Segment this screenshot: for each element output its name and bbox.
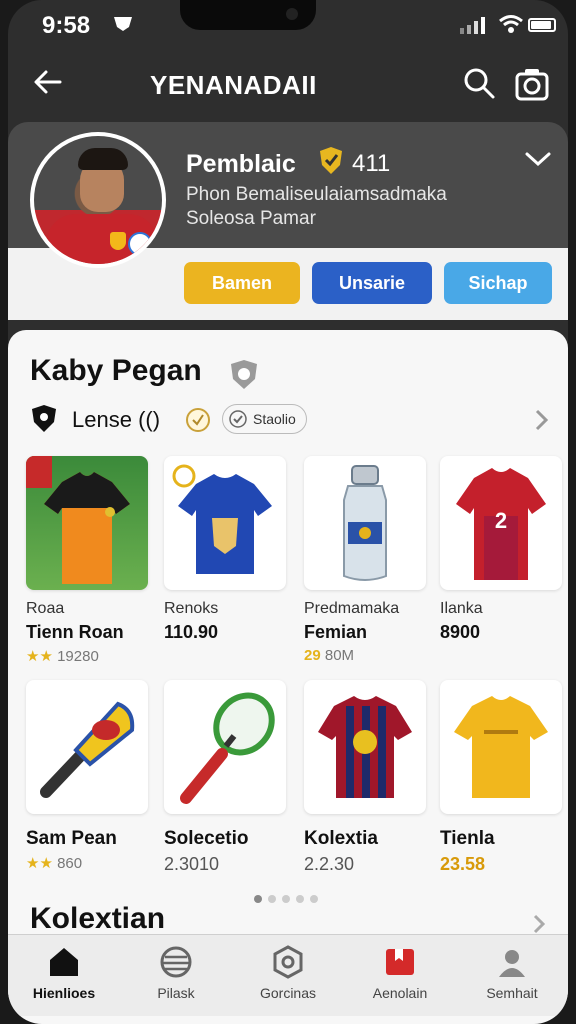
staolio-filter-pill[interactable]: Staolio — [222, 404, 307, 434]
product-brand: Ilanka — [440, 600, 483, 617]
league-filter-row: Lense (() Staolio — [30, 404, 550, 438]
follower-count: 411 — [352, 150, 391, 177]
check-circle-icon[interactable] — [184, 406, 212, 434]
product-meta: 860 — [57, 855, 83, 872]
nav-home[interactable]: Hienlioes — [8, 945, 120, 1001]
product-meta: 19280 — [57, 648, 99, 665]
product-price: 2.3010 — [164, 854, 220, 874]
product-rating: 29 — [304, 647, 321, 664]
nav-label: Aenolain — [372, 985, 428, 1001]
product-card[interactable]: 2 Ilanka 8900 — [440, 456, 562, 643]
battery-icon — [528, 18, 556, 32]
rating-stars: ★★ — [26, 648, 53, 665]
nav-pilask[interactable]: Pilask — [120, 945, 232, 1001]
pill-label: Staolio — [253, 411, 296, 427]
carousel-dots[interactable] — [254, 890, 324, 908]
product-card[interactable]: Tienla 23.58 — [440, 680, 562, 875]
sichap-button[interactable]: Sichap — [444, 262, 552, 304]
product-price: 110.90 — [164, 622, 219, 642]
app-title: YENANADAII — [150, 70, 317, 100]
main-content: Kaby Pegan Lense (() Staolio Roaa Tienn … — [8, 330, 568, 1024]
racket-grip-image — [26, 680, 148, 814]
product-price: 23.58 — [440, 854, 486, 874]
league-label: Lense — [72, 407, 132, 432]
product-price: 2.2.30 — [304, 854, 355, 874]
chevron-down-icon[interactable] — [524, 150, 552, 168]
chevron-right-icon[interactable] — [534, 408, 550, 432]
product-name: Kolextia — [304, 828, 378, 849]
check-shield-icon — [229, 410, 247, 428]
water-bottle-image — [304, 456, 426, 590]
league-shield-icon — [32, 405, 56, 432]
product-name: Tienn Roan — [26, 622, 124, 642]
profile-description: Phon Bemaliseulaiamsadmaka — [186, 184, 447, 205]
section-title: Kaby Pegan — [30, 354, 202, 387]
tennis-racket-image — [164, 680, 286, 814]
profile-icon — [499, 950, 525, 977]
search-icon[interactable] — [462, 66, 496, 100]
bottom-nav: Hienlioes Pilask Gorcinas Aenolain Semha… — [8, 934, 568, 1016]
camera-icon[interactable] — [514, 66, 550, 102]
nav-label: Semhait — [486, 985, 538, 1001]
product-name: Solecetio — [164, 828, 249, 849]
nav-aenolain[interactable]: Aenolain — [344, 945, 456, 1001]
verified-shield-icon — [320, 147, 342, 174]
product-name: Tienla — [440, 828, 495, 849]
badge-icon — [273, 945, 303, 979]
bamen-button[interactable]: Bamen — [184, 262, 300, 304]
notch — [180, 0, 316, 30]
avatar[interactable] — [30, 132, 166, 268]
svg-text:2: 2 — [495, 508, 507, 533]
product-meta: 80M — [324, 647, 355, 664]
unsarie-button[interactable]: Unsarie — [312, 262, 432, 304]
red-jersey-image: 2 — [440, 456, 562, 590]
league-suffix: (() — [138, 407, 161, 432]
front-camera — [286, 8, 298, 20]
product-card[interactable]: Predmamaka Femian 29 80M — [304, 456, 426, 664]
profile-subtitle: Soleosa Pamar — [186, 208, 316, 229]
shield-icon — [231, 360, 257, 389]
wifi-icon — [499, 15, 523, 33]
product-card[interactable]: Renoks 110.90 — [164, 456, 286, 643]
ball-icon — [160, 946, 192, 978]
product-price: 8900 — [440, 622, 481, 642]
blue-jersey-image — [164, 456, 286, 590]
store-icon — [386, 949, 414, 975]
profile-name: Pemblaic — [186, 150, 296, 178]
app-bar: YENANADAII — [8, 50, 568, 118]
nav-label: Gorcinas — [259, 985, 317, 1001]
carrier-icon — [114, 17, 132, 31]
product-card[interactable]: Kolextia 2.2.30 — [304, 680, 426, 875]
chevron-right-icon[interactable] — [532, 914, 546, 934]
next-section-title: Kolextian — [30, 902, 166, 935]
back-arrow-icon[interactable] — [30, 64, 66, 100]
product-name: Sam Pean — [26, 828, 117, 849]
product-card[interactable]: Solecetio 2.3010 — [164, 680, 286, 875]
home-icon — [50, 948, 78, 976]
product-card[interactable]: Roaa Tienn Roan ★★ 19280 — [26, 456, 148, 665]
product-brand: Renoks — [164, 600, 219, 617]
signal-icon — [460, 17, 485, 34]
nav-gorcinas[interactable]: Gorcinas — [232, 945, 344, 1001]
yellow-jersey-image — [440, 680, 562, 814]
profile-header: Pemblaic 411 Phon Bemaliseulaiamsadmaka … — [8, 122, 568, 268]
nav-label: Hienlioes — [32, 985, 96, 1001]
phone-screen: 9:58 YENANADAII Pemblaic 411 Phon Bemali… — [8, 0, 568, 1024]
status-time: 9:58 — [42, 12, 91, 39]
nav-label: Pilask — [157, 985, 195, 1001]
product-name: Femian — [304, 622, 368, 642]
rating-stars: ★★ — [26, 855, 53, 872]
league-selector[interactable]: Lense (() — [72, 407, 160, 433]
product-brand: Roaa — [26, 600, 65, 617]
product-brand: Predmamaka — [304, 600, 400, 617]
nav-semhait[interactable]: Semhait — [456, 945, 568, 1001]
product-card[interactable]: Sam Pean ★★ 860 — [26, 680, 148, 872]
orange-jersey-image — [26, 456, 148, 590]
striped-jersey-image — [304, 680, 426, 814]
